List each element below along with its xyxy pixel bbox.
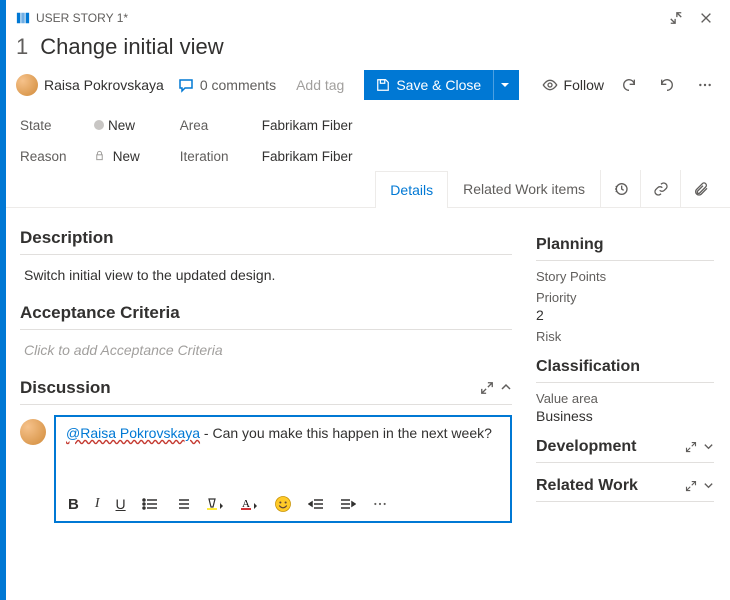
lock-icon [94, 149, 109, 164]
risk-label: Risk [536, 329, 714, 344]
divider [20, 254, 512, 255]
assignee-name: Raisa Pokrovskaya [44, 77, 164, 93]
state-field[interactable]: New [94, 118, 135, 133]
numbered-list-button[interactable] [174, 497, 190, 511]
development-heading: Development [536, 438, 636, 456]
comments-button[interactable]: 0 comments [178, 77, 276, 93]
work-item-id: 1 [16, 34, 28, 60]
acceptance-criteria-placeholder[interactable]: Click to add Acceptance Criteria [20, 340, 512, 372]
acceptance-criteria-heading: Acceptance Criteria [20, 303, 512, 323]
tab-related-work-items[interactable]: Related Work items [448, 170, 600, 207]
tab-links[interactable] [640, 170, 680, 207]
comments-count: 0 comments [200, 77, 276, 93]
iteration-field[interactable]: Fabrikam Fiber [262, 149, 353, 164]
work-item-title[interactable]: Change initial view [40, 34, 223, 60]
state-label: State [20, 118, 76, 133]
description-heading: Description [20, 228, 512, 248]
classification-heading: Classification [536, 358, 714, 376]
font-color-button[interactable]: A [240, 497, 258, 511]
planning-heading: Planning [536, 236, 714, 254]
value-area-label: Value area [536, 391, 714, 406]
close-button[interactable] [694, 6, 718, 30]
description-text[interactable]: Switch initial view to the updated desig… [20, 265, 512, 297]
state-dot-icon [94, 120, 104, 130]
follow-label: Follow [564, 77, 604, 93]
highlight-button[interactable] [206, 497, 224, 511]
restore-window-button[interactable] [664, 6, 688, 30]
save-and-close-button[interactable]: Save & Close [364, 70, 493, 100]
divider [20, 329, 512, 330]
collapse-chevron-icon[interactable] [500, 381, 512, 395]
area-field[interactable]: Fabrikam Fiber [262, 118, 353, 133]
expand-icon[interactable] [685, 480, 697, 492]
avatar [16, 74, 38, 96]
refresh-button[interactable] [616, 72, 642, 98]
priority-label: Priority [536, 290, 714, 305]
discussion-input[interactable]: @Raisa Pokrovskaya - Can you make this h… [56, 417, 510, 487]
follow-button[interactable]: Follow [542, 77, 604, 93]
divider [20, 404, 512, 405]
more-formatting-button[interactable] [372, 496, 388, 512]
save-dropdown-button[interactable] [493, 70, 519, 100]
expand-icon[interactable] [685, 441, 697, 453]
value-area-field[interactable]: Business [536, 408, 714, 424]
reason-label: Reason [20, 149, 76, 164]
italic-button[interactable]: I [95, 496, 100, 512]
reason-field[interactable]: New [94, 149, 140, 164]
save-button-label: Save & Close [396, 77, 481, 93]
emoji-button[interactable] [274, 495, 292, 513]
work-item-type-icon [16, 11, 30, 25]
related-work-heading: Related Work [536, 477, 638, 495]
discussion-editor[interactable]: @Raisa Pokrovskaya - Can you make this h… [54, 415, 512, 523]
more-actions-button[interactable] [692, 72, 718, 98]
avatar [20, 419, 46, 445]
mention[interactable]: @Raisa Pokrovskaya [66, 425, 200, 441]
divider [536, 260, 714, 261]
tab-history[interactable] [600, 170, 640, 207]
story-points-label: Story Points [536, 269, 714, 284]
assignee-field[interactable]: Raisa Pokrovskaya [16, 74, 164, 96]
work-item-type-label: USER STORY 1* [36, 11, 128, 25]
iteration-label: Iteration [180, 149, 244, 164]
tab-details[interactable]: Details [375, 171, 448, 208]
divider [536, 462, 714, 463]
outdent-button[interactable] [308, 497, 324, 511]
bold-button[interactable]: B [68, 496, 79, 513]
priority-field[interactable]: 2 [536, 307, 714, 323]
chevron-down-icon[interactable] [703, 441, 714, 453]
expand-icon[interactable] [480, 381, 494, 395]
add-tag-button[interactable]: Add tag [290, 75, 350, 95]
revert-button[interactable] [654, 72, 680, 98]
chevron-down-icon[interactable] [703, 480, 714, 492]
tab-attachments[interactable] [680, 170, 720, 207]
discussion-text: - Can you make this happen in the next w… [200, 425, 492, 441]
divider [536, 501, 714, 502]
indent-button[interactable] [340, 497, 356, 511]
discussion-heading: Discussion [20, 378, 111, 398]
bullet-list-button[interactable] [142, 497, 158, 511]
area-label: Area [180, 118, 244, 133]
underline-button[interactable]: U [116, 496, 126, 512]
divider [536, 382, 714, 383]
